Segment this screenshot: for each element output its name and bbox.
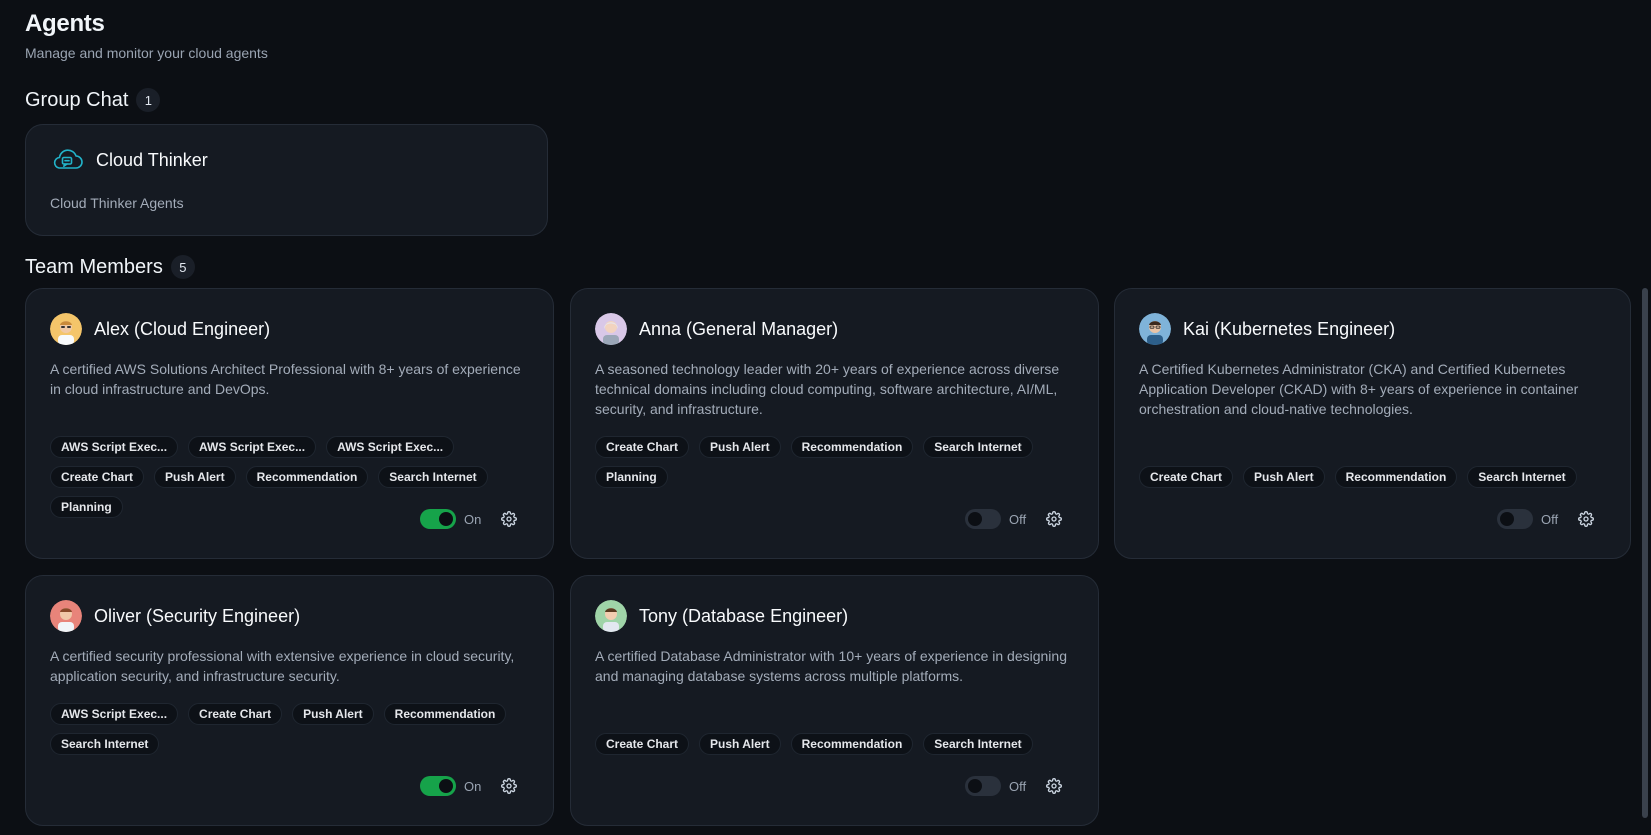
avatar xyxy=(1139,313,1171,345)
tool-tag: Search Internet xyxy=(378,466,488,488)
card-header: Anna (General Manager) xyxy=(595,313,838,345)
toggle-knob xyxy=(439,512,453,526)
avatar xyxy=(50,313,82,345)
toggle-label: Off xyxy=(1541,511,1559,527)
card-header: Cloud Thinker xyxy=(50,147,208,173)
card-description: A certified security professional with e… xyxy=(50,648,515,684)
tool-tag: Recommendation xyxy=(245,466,369,488)
card-header: Alex (Cloud Engineer) xyxy=(50,313,270,345)
toggle-knob xyxy=(1500,512,1514,526)
agent-card-tony[interactable]: Tony (Database Engineer) A certified Dat… xyxy=(570,575,1099,826)
tool-tag: Push Alert xyxy=(1243,466,1325,488)
card-name: Alex (Cloud Engineer) xyxy=(94,318,271,339)
tool-tag: AWS Script Exec... xyxy=(326,436,455,458)
tool-tag: Create Chart xyxy=(188,703,283,725)
tool-tags: Create Chart Push Alert Recommendation S… xyxy=(595,733,1076,755)
gear-icon[interactable] xyxy=(500,777,518,795)
team-members-header: Team Members 5 xyxy=(25,255,195,279)
card-description: A certified Database Administrator with … xyxy=(595,648,1067,684)
gear-icon[interactable] xyxy=(1577,510,1595,528)
card-name: Cloud Thinker xyxy=(96,149,208,170)
agent-card-alex[interactable]: Alex (Cloud Engineer) A certified AWS So… xyxy=(25,288,554,559)
tool-tag: Search Internet xyxy=(923,436,1033,458)
card-description: A Certified Kubernetes Administrator (CK… xyxy=(1139,361,1579,417)
tool-tag: Recommendation xyxy=(1334,466,1458,488)
tool-tag: Recommendation xyxy=(790,733,914,755)
avatar xyxy=(50,600,82,632)
tool-tag: Create Chart xyxy=(1139,466,1234,488)
group-chat-card[interactable]: Cloud Thinker Cloud Thinker Agents xyxy=(25,124,548,236)
gear-icon[interactable] xyxy=(500,510,518,528)
tool-tag: Search Internet xyxy=(1467,466,1577,488)
agent-card-oliver[interactable]: Oliver (Security Engineer) A certified s… xyxy=(25,575,554,826)
tool-tags: Create Chart Push Alert Recommendation S… xyxy=(595,436,1076,488)
tool-tag: Planning xyxy=(50,496,123,518)
card-header: Oliver (Security Engineer) xyxy=(50,600,300,632)
agent-toggle[interactable] xyxy=(420,776,456,796)
group-chat-header: Group Chat 1 xyxy=(25,88,161,112)
count-badge: 1 xyxy=(136,88,161,112)
card-description: A seasoned technology leader with 20+ ye… xyxy=(595,361,1060,417)
card-footer: On xyxy=(420,509,518,529)
page-subtitle: Manage and monitor your cloud agents xyxy=(25,45,268,61)
tool-tag: Create Chart xyxy=(595,436,690,458)
tool-tags: Create Chart Push Alert Recommendation S… xyxy=(1139,466,1608,488)
tool-tag: AWS Script Exec... xyxy=(188,436,317,458)
tool-tag: Push Alert xyxy=(699,436,781,458)
card-header: Kai (Kubernetes Engineer) xyxy=(1139,313,1395,345)
card-footer: Off xyxy=(965,509,1063,529)
card-footer: Off xyxy=(965,776,1063,796)
tool-tag: Search Internet xyxy=(923,733,1033,755)
card-name: Oliver (Security Engineer) xyxy=(94,605,301,626)
tool-tag: Push Alert xyxy=(699,733,781,755)
tool-tag: AWS Script Exec... xyxy=(50,703,179,725)
toggle-label: Off xyxy=(1009,511,1027,527)
card-header: Tony (Database Engineer) xyxy=(595,600,848,632)
card-footer: Off xyxy=(1497,509,1595,529)
agent-toggle[interactable] xyxy=(965,776,1001,796)
tool-tag: Push Alert xyxy=(292,703,374,725)
card-name: Kai (Kubernetes Engineer) xyxy=(1183,318,1396,339)
toggle-label: On xyxy=(464,511,482,527)
toggle-knob xyxy=(439,779,453,793)
gear-icon[interactable] xyxy=(1045,777,1063,795)
card-description: A certified AWS Solutions Architect Prof… xyxy=(50,361,521,397)
agent-toggle[interactable] xyxy=(1497,509,1533,529)
gear-icon[interactable] xyxy=(1045,510,1063,528)
toggle-knob xyxy=(968,779,982,793)
card-footer: On xyxy=(420,776,518,796)
tool-tag: Recommendation xyxy=(383,703,507,725)
card-name: Tony (Database Engineer) xyxy=(639,605,849,626)
page-title: Agents xyxy=(25,10,105,37)
count-badge: 5 xyxy=(170,255,195,279)
tool-tag: Search Internet xyxy=(50,733,160,755)
toggle-label: On xyxy=(464,778,482,794)
agent-toggle[interactable] xyxy=(420,509,456,529)
toggle-label: Off xyxy=(1009,778,1027,794)
tool-tag: Recommendation xyxy=(790,436,914,458)
tool-tag: Create Chart xyxy=(595,733,690,755)
cloud-chat-icon xyxy=(50,147,84,173)
agent-card-anna[interactable]: Anna (General Manager) A seasoned techno… xyxy=(570,288,1099,559)
avatar xyxy=(595,600,627,632)
tool-tag: Planning xyxy=(595,466,668,488)
agent-card-kai[interactable]: Kai (Kubernetes Engineer) A Certified Ku… xyxy=(1114,288,1631,559)
agent-toggle[interactable] xyxy=(965,509,1001,529)
tool-tag: Push Alert xyxy=(154,466,236,488)
avatar xyxy=(595,313,627,345)
section-title: Group Chat xyxy=(25,88,129,111)
tool-tag: AWS Script Exec... xyxy=(50,436,179,458)
tool-tags: AWS Script Exec... Create Chart Push Ale… xyxy=(50,703,531,755)
tool-tags: AWS Script Exec... AWS Script Exec... AW… xyxy=(50,436,531,518)
card-name: Anna (General Manager) xyxy=(639,318,839,339)
vertical-scrollbar[interactable] xyxy=(1642,288,1648,818)
card-description: Cloud Thinker Agents xyxy=(50,195,184,211)
tool-tag: Create Chart xyxy=(50,466,145,488)
toggle-knob xyxy=(968,512,982,526)
section-title: Team Members xyxy=(25,255,163,278)
